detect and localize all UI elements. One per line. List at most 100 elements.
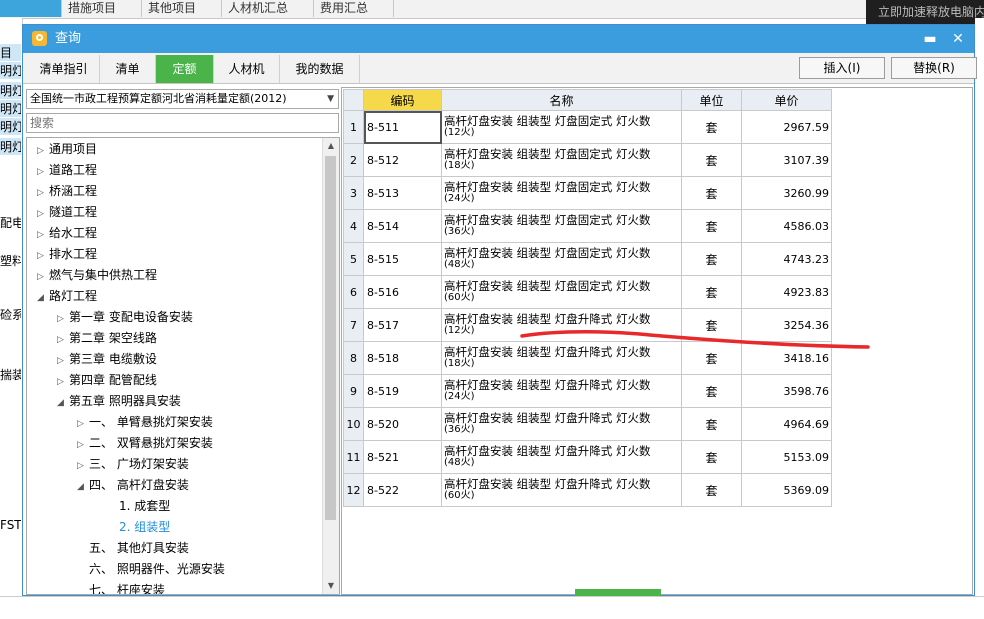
cell-unit[interactable]: 套: [681, 341, 742, 375]
cell-code[interactable]: 8-514: [363, 209, 442, 243]
bg-tab-0[interactable]: [0, 0, 62, 17]
cell-price[interactable]: 5369.09: [741, 473, 832, 507]
column-header-name[interactable]: 名称: [441, 89, 682, 111]
cell-name[interactable]: 高杆灯盘安装 组装型 灯盘固定式 灯火数 (24火): [441, 176, 682, 210]
cell-unit[interactable]: 套: [681, 242, 742, 276]
tree-item[interactable]: 六、 照明器件、光源安装: [77, 559, 225, 580]
cell-price[interactable]: 3260.99: [741, 176, 832, 210]
cell-price[interactable]: 3598.76: [741, 374, 832, 408]
cell-name[interactable]: 高杆灯盘安装 组装型 灯盘升降式 灯火数 (18火): [441, 341, 682, 375]
tree-item[interactable]: ▷ 隧道工程: [37, 202, 97, 223]
tab-quota[interactable]: 定额: [156, 55, 214, 83]
expand-arrow-icon[interactable]: ▷: [37, 162, 49, 183]
table-row[interactable]: 4 8-514 高杆灯盘安装 组装型 灯盘固定式 灯火数 (36火) 套 4586.03: [343, 209, 832, 243]
cell-price[interactable]: 4586.03: [741, 209, 832, 243]
cell-name[interactable]: 高杆灯盘安装 组装型 灯盘固定式 灯火数 (36火): [441, 209, 682, 243]
tree-item[interactable]: 五、 其他灯具安装: [77, 538, 189, 559]
cell-name[interactable]: 高杆灯盘安装 组装型 灯盘固定式 灯火数 (18火): [441, 143, 682, 177]
cell-name[interactable]: 高杆灯盘安装 组装型 灯盘升降式 灯火数 (48火): [441, 440, 682, 474]
cell-unit[interactable]: 套: [681, 209, 742, 243]
expand-arrow-icon[interactable]: ▷: [37, 204, 49, 225]
tree-item[interactable]: 七、 杆座安装: [77, 580, 165, 594]
table-row[interactable]: 7 8-517 高杆灯盘安装 组装型 灯盘升降式 灯火数 (12火) 套 3254.36: [343, 308, 832, 342]
cell-unit[interactable]: 套: [681, 473, 742, 507]
minimize-icon[interactable]: ▬: [920, 29, 940, 49]
cell-unit[interactable]: 套: [681, 440, 742, 474]
table-row[interactable]: 10 8-520 高杆灯盘安装 组装型 灯盘升降式 灯火数 (36火) 套 4964.69: [343, 407, 832, 441]
tab-labor-material-machine[interactable]: 人材机: [214, 55, 280, 83]
cell-unit[interactable]: 套: [681, 407, 742, 441]
cell-name[interactable]: 高杆灯盘安装 组装型 灯盘固定式 灯火数 (12火): [441, 110, 682, 144]
table-row[interactable]: 9 8-519 高杆灯盘安装 组装型 灯盘升降式 灯火数 (24火) 套 3598.76: [343, 374, 832, 408]
bg-tab-1[interactable]: 措施项目: [62, 0, 142, 17]
cell-code[interactable]: 8-511: [363, 110, 442, 144]
tree-item[interactable]: ▷ 通用项目: [37, 139, 97, 160]
chevron-down-icon[interactable]: ▼: [327, 90, 334, 108]
close-icon[interactable]: ✕: [948, 29, 968, 49]
tree-item[interactable]: ▷ 第二章 架空线路: [57, 328, 157, 349]
cell-price[interactable]: 4964.69: [741, 407, 832, 441]
tab-my-data[interactable]: 我的数据: [280, 55, 360, 83]
cell-code[interactable]: 8-512: [363, 143, 442, 177]
tree-item[interactable]: 1. 成套型: [107, 496, 170, 517]
cell-price[interactable]: 3418.16: [741, 341, 832, 375]
table-row[interactable]: 1 8-511 高杆灯盘安装 组装型 灯盘固定式 灯火数 (12火) 套 2967.59: [343, 110, 832, 144]
cell-price[interactable]: 2967.59: [741, 110, 832, 144]
tree-item[interactable]: ▷ 道路工程: [37, 160, 97, 181]
cell-code[interactable]: 8-521: [363, 440, 442, 474]
tree-item[interactable]: ▷ 第一章 变配电设备安装: [57, 307, 193, 328]
cell-price[interactable]: 3254.36: [741, 308, 832, 342]
column-header-price[interactable]: 单价: [741, 89, 832, 111]
tree-item[interactable]: ▷ 三、 广场灯架安装: [77, 454, 189, 475]
cell-price[interactable]: 4743.23: [741, 242, 832, 276]
cell-name[interactable]: 高杆灯盘安装 组装型 灯盘固定式 灯火数 (60火): [441, 275, 682, 309]
expand-arrow-icon[interactable]: ▷: [77, 456, 89, 477]
collapse-arrow-icon[interactable]: ◢: [57, 393, 69, 414]
tree-item[interactable]: ◢ 路灯工程: [37, 286, 97, 307]
cell-name[interactable]: 高杆灯盘安装 组装型 灯盘固定式 灯火数 (48火): [441, 242, 682, 276]
expand-arrow-icon[interactable]: ▷: [37, 225, 49, 246]
cell-code[interactable]: 8-516: [363, 275, 442, 309]
cell-unit[interactable]: 套: [681, 143, 742, 177]
bg-tab-4[interactable]: 费用汇总: [314, 0, 394, 17]
tree-item[interactable]: 2. 组装型: [107, 517, 170, 538]
cell-unit[interactable]: 套: [681, 275, 742, 309]
cell-code[interactable]: 8-513: [363, 176, 442, 210]
expand-arrow-icon[interactable]: ▷: [57, 330, 69, 351]
cell-code[interactable]: 8-515: [363, 242, 442, 276]
quota-library-select[interactable]: 全国统一市政工程预算定额河北省消耗量定额(2012) ▼: [26, 89, 339, 109]
cell-code[interactable]: 8-518: [363, 341, 442, 375]
cell-price[interactable]: 4923.83: [741, 275, 832, 309]
cell-code[interactable]: 8-519: [363, 374, 442, 408]
tree-item[interactable]: ▷ 一、 单臂悬挑灯架安装: [77, 412, 213, 433]
bg-tab-2[interactable]: 其他项目: [142, 0, 222, 17]
expand-arrow-icon[interactable]: ▷: [77, 435, 89, 456]
tree-item[interactable]: ▷ 第四章 配管配线: [57, 370, 157, 391]
scroll-up-icon[interactable]: ▲: [323, 138, 339, 154]
scrollbar-thumb[interactable]: [325, 156, 336, 520]
expand-arrow-icon[interactable]: ▷: [77, 414, 89, 435]
cell-name[interactable]: 高杆灯盘安装 组装型 灯盘升降式 灯火数 (12火): [441, 308, 682, 342]
column-header-code[interactable]: 编码: [363, 89, 442, 111]
cell-unit[interactable]: 套: [681, 176, 742, 210]
cell-name[interactable]: 高杆灯盘安装 组装型 灯盘升降式 灯火数 (24火): [441, 374, 682, 408]
insert-button[interactable]: 插入(I): [799, 57, 885, 79]
notification-toast[interactable]: 立即加速释放电脑内: [866, 0, 984, 24]
cell-unit[interactable]: 套: [681, 110, 742, 144]
tree-item[interactable]: ▷ 排水工程: [37, 244, 97, 265]
tree-item[interactable]: ▷ 燃气与集中供热工程: [37, 265, 157, 286]
expand-arrow-icon[interactable]: ▷: [57, 309, 69, 330]
tree-item[interactable]: ▷ 第三章 电缆敷设: [57, 349, 157, 370]
scroll-down-icon[interactable]: ▼: [323, 578, 339, 594]
table-row[interactable]: 6 8-516 高杆灯盘安装 组装型 灯盘固定式 灯火数 (60火) 套 4923.83: [343, 275, 832, 309]
table-row[interactable]: 3 8-513 高杆灯盘安装 组装型 灯盘固定式 灯火数 (24火) 套 3260.99: [343, 176, 832, 210]
cell-price[interactable]: 3107.39: [741, 143, 832, 177]
tree-item[interactable]: ▷ 二、 双臂悬挑灯架安装: [77, 433, 213, 454]
cell-code[interactable]: 8-517: [363, 308, 442, 342]
cell-price[interactable]: 5153.09: [741, 440, 832, 474]
search-input[interactable]: [26, 113, 339, 133]
cell-name[interactable]: 高杆灯盘安装 组装型 灯盘升降式 灯火数 (36火): [441, 407, 682, 441]
tree-item[interactable]: ◢ 四、 高杆灯盘安装: [77, 475, 189, 496]
dialog-title-bar[interactable]: 查询 ▬ ✕: [23, 25, 974, 53]
bottom-panel-handle[interactable]: [575, 589, 661, 596]
